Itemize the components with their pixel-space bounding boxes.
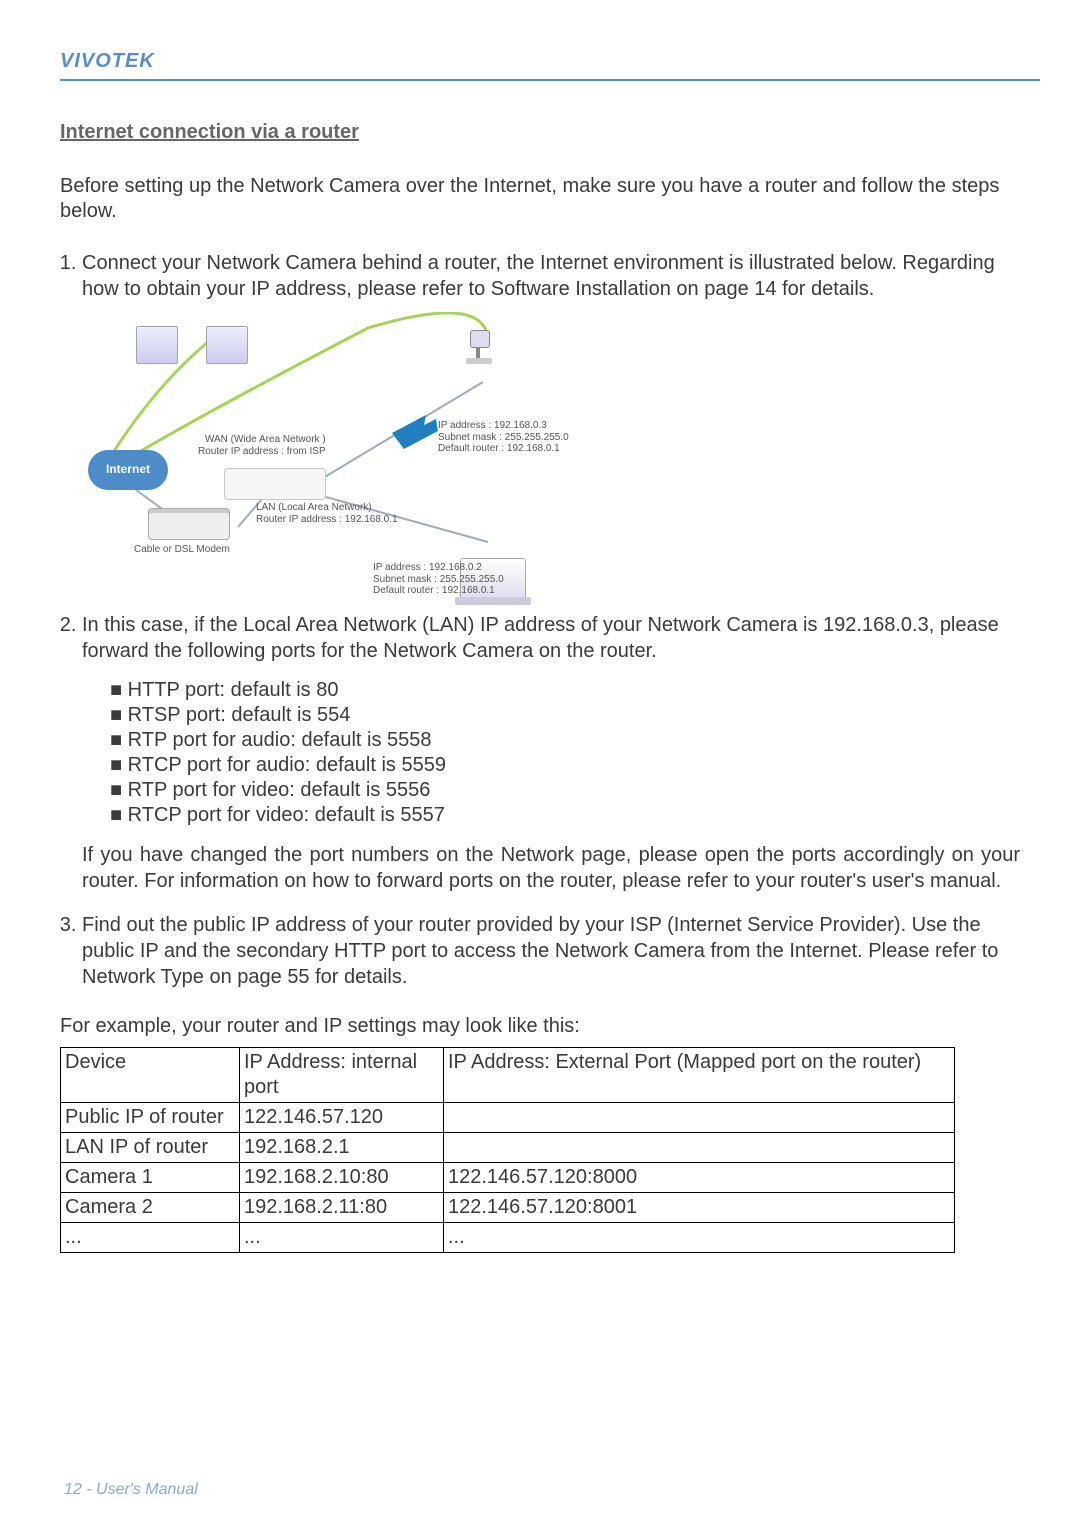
- list-item: HTTP port: default is 80: [110, 678, 1020, 703]
- step-2: In this case, if the Local Area Network …: [82, 612, 1020, 894]
- th-internal: IP Address: internal port: [240, 1048, 444, 1103]
- cell-external: ...: [444, 1223, 955, 1253]
- cell-external: [444, 1133, 955, 1163]
- router-icon: [224, 468, 326, 500]
- internet-label: Internet: [106, 462, 150, 478]
- network-diagram: IP address : 192.168.0.3 Subnet mask : 2…: [88, 312, 648, 592]
- modem-icon: [148, 508, 230, 540]
- table-row: Public IP of router 122.146.57.120: [61, 1103, 955, 1133]
- cell-external: [444, 1103, 955, 1133]
- th-external: IP Address: External Port (Mapped port o…: [444, 1048, 955, 1103]
- table-row: LAN IP of router 192.168.2.1: [61, 1133, 955, 1163]
- list-item: RTCP port for audio: default is 5559: [110, 753, 1020, 778]
- cell-internal: 192.168.2.10:80: [240, 1163, 444, 1193]
- list-item: RTP port for video: default is 5556: [110, 778, 1020, 803]
- cell-internal: 192.168.2.11:80: [240, 1193, 444, 1223]
- camera-label: IP address : 192.168.0.3 Subnet mask : 2…: [438, 420, 569, 455]
- brand-divider: [60, 79, 1040, 81]
- cell-device: ...: [61, 1223, 240, 1253]
- table-row: ... ... ...: [61, 1223, 955, 1253]
- step-3-text: Find out the public IP address of your r…: [82, 914, 998, 988]
- step-1-text: Connect your Network Camera behind a rou…: [82, 252, 995, 300]
- list-item: RTSP port: default is 554: [110, 703, 1020, 728]
- internet-cloud-icon: Internet: [88, 450, 168, 490]
- cell-device: LAN IP of router: [61, 1133, 240, 1163]
- lan-label: LAN (Local Area Network) Router IP addre…: [256, 502, 398, 525]
- cell-device: Camera 2: [61, 1193, 240, 1223]
- manual-page: VIVOTEK Internet connection via a router…: [0, 0, 1080, 1527]
- laptop-label: IP address : 192.168.0.2 Subnet mask : 2…: [373, 562, 504, 597]
- table-header-row: Device IP Address: internal port IP Addr…: [61, 1048, 955, 1103]
- cell-external: 122.146.57.120:8001: [444, 1193, 955, 1223]
- step-2-text: In this case, if the Local Area Network …: [82, 614, 999, 662]
- modem-label: Cable or DSL Modem: [134, 544, 230, 556]
- example-intro: For example, your router and IP settings…: [60, 1014, 1020, 1039]
- th-device: Device: [61, 1048, 240, 1103]
- step-3: Find out the public IP address of your r…: [82, 912, 1020, 990]
- cell-internal: ...: [240, 1223, 444, 1253]
- list-item: RTCP port for video: default is 5557: [110, 803, 1020, 828]
- cell-device: Public IP of router: [61, 1103, 240, 1133]
- brand-label: VIVOTEK: [60, 50, 1020, 79]
- cell-device: Camera 1: [61, 1163, 240, 1193]
- section-heading: Internet connection via a router: [60, 121, 1020, 144]
- camera-icon: [456, 330, 500, 364]
- cell-internal: 192.168.2.1: [240, 1133, 444, 1163]
- step-1: Connect your Network Camera behind a rou…: [82, 250, 1020, 592]
- page-footer: 12 - User's Manual: [64, 1481, 198, 1499]
- port-list: HTTP port: default is 80 RTSP port: defa…: [82, 678, 1020, 828]
- pc1-icon: [136, 326, 178, 364]
- list-item: RTP port for audio: default is 5558: [110, 728, 1020, 753]
- table-row: Camera 2 192.168.2.11:80 122.146.57.120:…: [61, 1193, 955, 1223]
- ip-settings-table: Device IP Address: internal port IP Addr…: [60, 1047, 955, 1253]
- pc2-icon: [206, 326, 248, 364]
- steps-list: Connect your Network Camera behind a rou…: [60, 250, 1020, 990]
- step-2-tail: If you have changed the port numbers on …: [82, 842, 1020, 894]
- intro-paragraph: Before setting up the Network Camera ove…: [60, 174, 1020, 224]
- table-row: Camera 1 192.168.2.10:80 122.146.57.120:…: [61, 1163, 955, 1193]
- cell-external: 122.146.57.120:8000: [444, 1163, 955, 1193]
- cell-internal: 122.146.57.120: [240, 1103, 444, 1133]
- wan-label: WAN (Wide Area Network ) Router IP addre…: [198, 434, 326, 457]
